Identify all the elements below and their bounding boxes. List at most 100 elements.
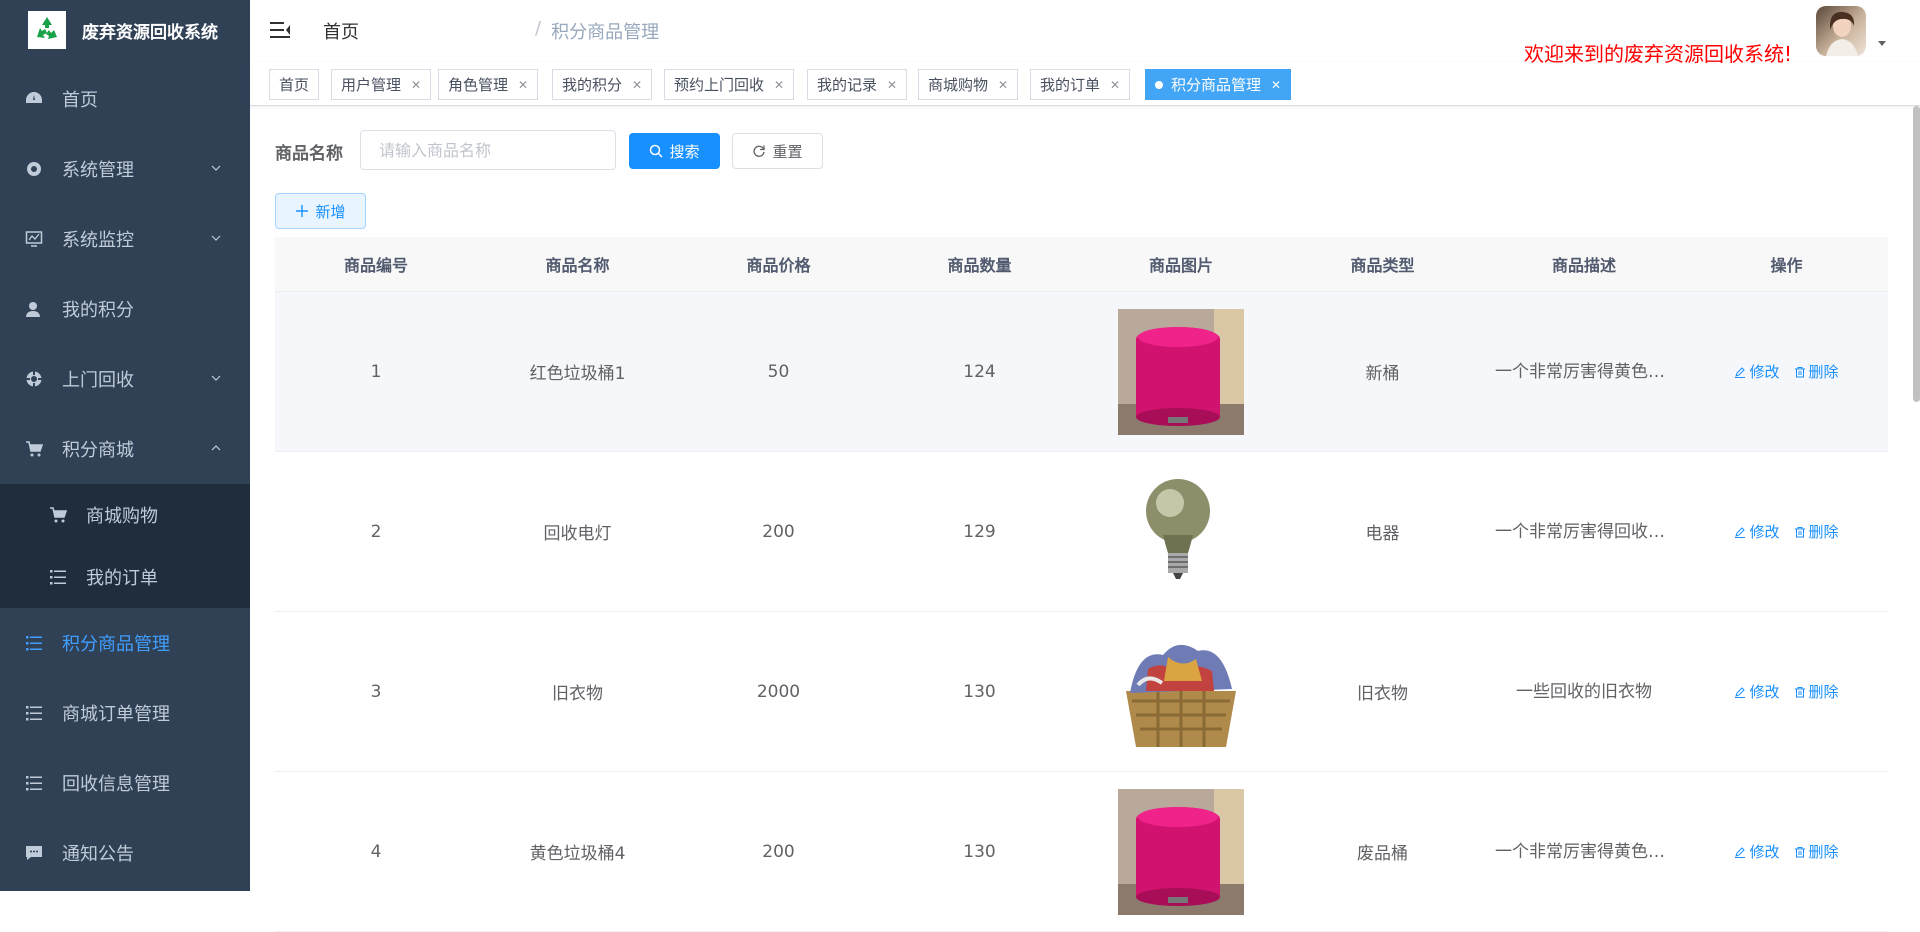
cell-id: 3 (370, 681, 382, 702)
sidebar-item-notice[interactable]: 通知公告 (0, 818, 250, 888)
submenu-points-mall: 商城购物 我的订单 (0, 484, 250, 608)
close-icon[interactable]: ✕ (774, 78, 784, 92)
column-header[interactable]: 商品数量 (879, 237, 1080, 291)
search-button[interactable]: 搜索 (629, 133, 720, 169)
sidebar-item-my-points[interactable]: 我的积分 (0, 274, 250, 344)
cell-id: 4 (370, 841, 382, 862)
edit-button[interactable]: 修改 (1734, 681, 1780, 702)
tag-points-goods[interactable]: 积分商品管理 ✕ (1145, 69, 1292, 100)
cell-type: 旧衣物 (1357, 684, 1408, 704)
goods-name-input[interactable] (360, 130, 616, 170)
close-icon[interactable]: ✕ (1110, 78, 1120, 92)
edit-button[interactable]: 修改 (1734, 361, 1780, 382)
column-header[interactable]: 商品名称 (477, 237, 678, 291)
table-row[interactable]: 4 黄色垃圾桶4 200 130 废品桶 一个非常厉害得黄色垃圾桶 修改 删除 (275, 772, 1888, 932)
close-icon[interactable]: ✕ (887, 78, 897, 92)
column-header[interactable]: 商品编号 (275, 237, 477, 291)
breadcrumb: 首页 / 积分商品管理 (323, 18, 752, 44)
edit-icon (1735, 686, 1746, 698)
tag-mall-shopping[interactable]: 商城购物 ✕ (918, 69, 1019, 100)
sidebar-item-mall-orders[interactable]: 商城订单管理 (0, 678, 250, 748)
pink-trash-can-image[interactable] (1118, 308, 1244, 435)
sidebar-item-system[interactable]: 系统管理 (0, 134, 250, 204)
column-header[interactable]: 商品类型 (1282, 237, 1483, 291)
delete-button[interactable]: 删除 (1794, 521, 1839, 542)
delete-button[interactable]: 删除 (1794, 681, 1839, 702)
column-header[interactable]: 商品描述 (1483, 237, 1685, 291)
tag-user-management[interactable]: 用户管理 ✕ (331, 69, 432, 100)
avatar[interactable] (1816, 6, 1866, 56)
sidebar-item-my-orders[interactable]: 我的订单 (0, 546, 250, 608)
gear-icon (24, 159, 44, 179)
delete-button[interactable]: 删除 (1794, 841, 1839, 862)
add-button[interactable]: 新增 (275, 193, 366, 229)
sidebar-item-mall-shopping[interactable]: 商城购物 (0, 484, 250, 546)
refresh-icon (753, 145, 766, 157)
sidebar-item-monitor[interactable]: 系统监控 (0, 204, 250, 274)
recycle-icon (24, 369, 44, 389)
caret-down-icon[interactable] (1877, 40, 1887, 48)
edit-button[interactable]: 修改 (1734, 841, 1780, 862)
cell-price: 2000 (756, 681, 801, 702)
app-logo[interactable]: 废弃资源回收系统 (0, 0, 250, 60)
cell-name: 旧衣物 (552, 684, 603, 704)
sidebar-item-label: 积分商品管理 (62, 634, 170, 655)
sidebar-item-points-mall[interactable]: 积分商城 (0, 414, 250, 484)
cell-qty: 130 (963, 841, 996, 862)
reset-button[interactable]: 重置 (732, 133, 823, 169)
delete-icon (1794, 846, 1805, 857)
cell-name: 回收电灯 (543, 524, 612, 544)
table-header: 商品编号 商品名称 商品价格 商品数量 商品图片 商品类型 商品描述 操作 (275, 237, 1888, 292)
edit-button[interactable]: 修改 (1734, 521, 1780, 542)
delete-icon (1794, 366, 1805, 377)
close-icon[interactable]: ✕ (998, 78, 1008, 92)
close-icon[interactable]: ✕ (518, 78, 528, 92)
sidebar-item-label: 上门回收 (62, 370, 134, 391)
tag-role-management[interactable]: 角色管理 ✕ (438, 69, 539, 100)
cell-desc: 一些回收的旧衣物 (1516, 681, 1652, 702)
tag-pickup[interactable]: 预约上门回收 ✕ (664, 69, 795, 100)
chevron-down-icon (211, 235, 221, 241)
delete-button[interactable]: 删除 (1794, 361, 1839, 382)
clothes-basket-image[interactable] (1118, 628, 1244, 755)
sidebar-item-home[interactable]: 首页 (0, 64, 250, 134)
sidebar-item-pickup[interactable]: 上门回收 (0, 344, 250, 414)
goods-table: 商品编号 商品名称 商品价格 商品数量 商品图片 商品类型 商品描述 操作 1 … (275, 237, 1888, 932)
cell-type: 电器 (1365, 524, 1400, 544)
column-header[interactable]: 操作 (1685, 237, 1888, 291)
close-icon[interactable]: ✕ (1271, 78, 1281, 92)
cell-price: 200 (762, 841, 795, 862)
plus-icon (296, 205, 309, 217)
sidebar-item-label: 积分商城 (62, 440, 134, 461)
light-bulb-image[interactable] (1118, 468, 1244, 595)
tags-view: 首页 用户管理 ✕ 角色管理 ✕ 我的积分 ✕ 预约上门回收 ✕ 我的记录 ✕ 商城购物 ✕… (250, 62, 1920, 106)
tag-my-orders[interactable]: 我的订单 ✕ (1030, 69, 1131, 100)
column-header[interactable]: 商品图片 (1080, 237, 1282, 291)
cart-icon (24, 439, 44, 459)
sidebar-item-label: 商城购物 (86, 506, 158, 527)
tag-home[interactable]: 首页 (269, 69, 320, 100)
breadcrumb-current: 积分商品管理 (551, 22, 660, 43)
cell-id: 2 (370, 521, 382, 542)
close-icon[interactable]: ✕ (411, 78, 421, 92)
table-row[interactable]: 1 红色垃圾桶1 50 124 新桶 一个非常厉害得黄色垃圾桶 修改 删除 (275, 292, 1888, 452)
edit-icon (1735, 846, 1746, 858)
list-icon (48, 567, 68, 587)
sidebar-item-recycle-info[interactable]: 回收信息管理 (0, 748, 250, 818)
close-icon[interactable]: ✕ (632, 78, 642, 92)
message-icon (24, 843, 44, 863)
tag-my-points[interactable]: 我的积分 ✕ (552, 69, 653, 100)
scrollbar[interactable] (1913, 106, 1920, 402)
pink-trash-can-image[interactable] (1118, 788, 1244, 915)
breadcrumb-home[interactable]: 首页 (323, 18, 525, 44)
sidebar-item-label: 我的订单 (86, 568, 158, 589)
sidebar-item-points-goods[interactable]: 积分商品管理 (0, 608, 250, 678)
app-title: 废弃资源回收系统 (82, 22, 218, 43)
table-row[interactable]: 3 旧衣物 2000 130 旧衣物 一些回收的旧衣物 修改 删除 (275, 612, 1888, 772)
list-icon (24, 633, 44, 653)
table-row[interactable]: 2 回收电灯 200 129 电器 一个非常厉害得回收电灯 修改 删除 (275, 452, 1888, 612)
search-icon (650, 144, 664, 158)
hamburger-icon[interactable] (270, 20, 292, 40)
column-header[interactable]: 商品价格 (678, 237, 879, 291)
tag-my-records[interactable]: 我的记录 ✕ (807, 69, 908, 100)
